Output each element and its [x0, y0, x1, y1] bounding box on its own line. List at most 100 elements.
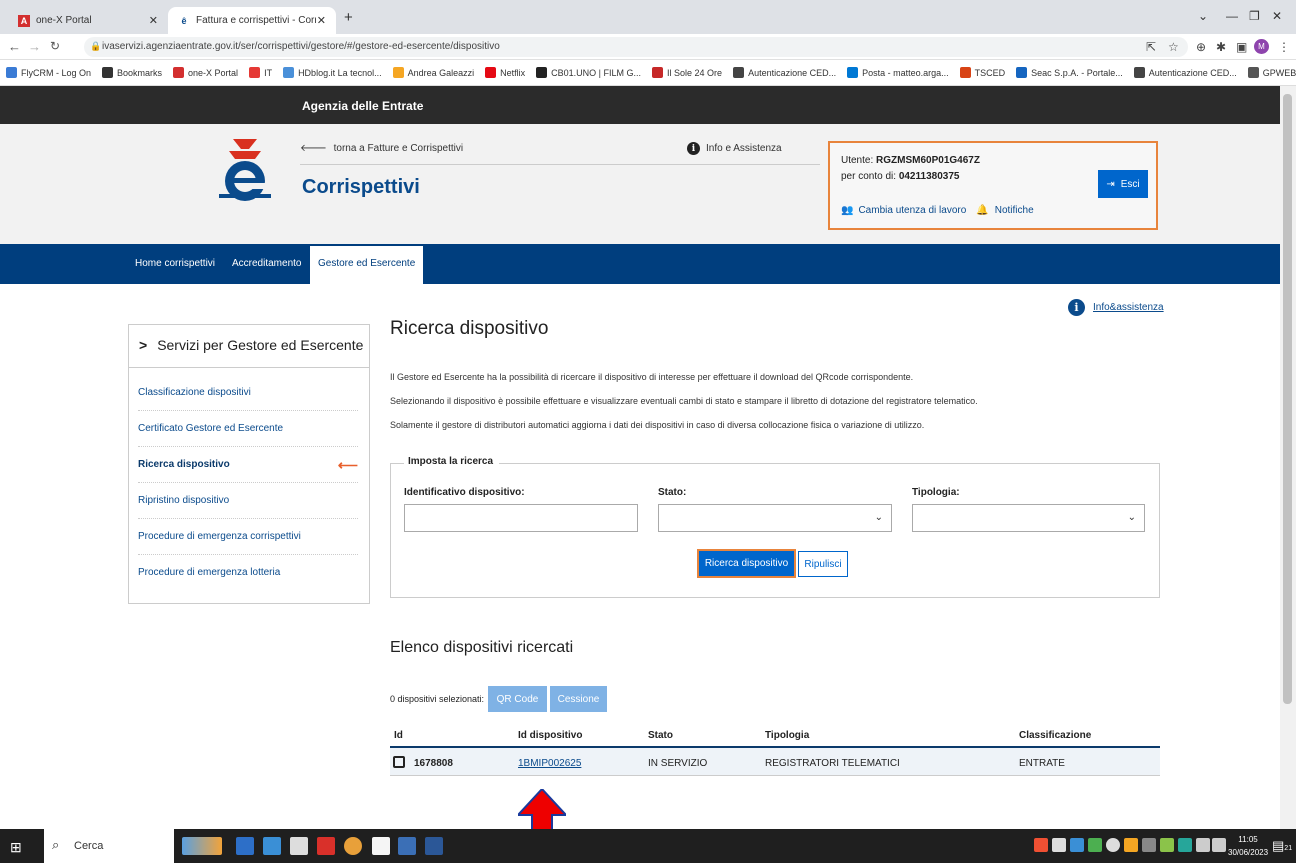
col-header-tipologia[interactable]: Tipologia	[765, 730, 809, 741]
share-icon[interactable]: ⇱	[1146, 40, 1156, 54]
ricerca-dispositivo-button[interactable]: Ricerca dispositivo	[697, 549, 796, 578]
nav-home-corrispettivi[interactable]: Home corrispettivi	[135, 244, 215, 284]
notepad-icon[interactable]	[372, 837, 390, 855]
profile-avatar[interactable]: M	[1254, 39, 1269, 54]
bookmark-item[interactable]: HDblog.it La tecnol...	[283, 67, 382, 78]
logout-icon: ⇥	[1106, 178, 1115, 190]
bookmark-item[interactable]: GPWEB	[1247, 67, 1296, 78]
nav-accreditamento[interactable]: Accreditamento	[232, 244, 301, 284]
bookmark-favicon-icon	[652, 67, 664, 78]
tray-app-icon[interactable]	[1034, 838, 1048, 852]
tipologia-select[interactable]: ⌄	[912, 504, 1145, 532]
info-assistenza-link[interactable]: i Info e Assistenza	[687, 142, 782, 155]
url-input[interactable]: 🔒 ivaservizi.agenziaentrate.gov.it/ser/c…	[84, 37, 1188, 57]
bookmark-label: IT	[264, 67, 273, 78]
widgets-icon[interactable]	[182, 837, 222, 855]
sidebar-item-ripristino[interactable]: Ripristino dispositivo	[138, 495, 358, 519]
col-header-id[interactable]: Id	[394, 730, 403, 741]
close-window-icon[interactable]: ✕	[1272, 9, 1282, 23]
puzzle-icon[interactable]: ✱	[1216, 40, 1226, 54]
cambia-utenza-link[interactable]: Cambia utenza di lavoro	[858, 205, 966, 216]
notification-icon[interactable]: ▤21	[1272, 838, 1292, 854]
calendar-icon[interactable]	[290, 837, 308, 855]
chrome-icon[interactable]	[344, 837, 362, 855]
bookmark-item[interactable]: Autenticazione CED...	[733, 67, 836, 78]
row-checkbox[interactable]	[393, 756, 405, 768]
bookmark-favicon-icon	[485, 67, 497, 78]
tray-mail-icon[interactable]	[1052, 838, 1066, 852]
bookmark-favicon-icon	[102, 67, 114, 78]
sidebar-item-classificazione[interactable]: Classificazione dispositivi	[138, 387, 358, 411]
sidebar-item-emergenza-lotteria[interactable]: Procedure di emergenza lotteria	[138, 567, 358, 590]
windows-start-icon[interactable]: ⊞	[10, 839, 22, 856]
menu-icon[interactable]: ⋮	[1278, 40, 1290, 54]
bookmark-item[interactable]: FlyCRM - Log On	[6, 67, 91, 78]
tray-app-icon[interactable]	[1142, 838, 1156, 852]
tray-app-icon[interactable]	[1178, 838, 1192, 852]
taskview-icon[interactable]	[236, 837, 254, 855]
forward-icon[interactable]: →	[28, 39, 41, 54]
tab-search-icon[interactable]: ⌄	[1198, 9, 1208, 23]
tray-outlook-icon[interactable]	[1070, 838, 1084, 852]
header-divider	[300, 164, 820, 165]
info-assistenza-right-link[interactable]: i Info&assistenza	[1068, 299, 1164, 316]
stato-select[interactable]: ⌄	[658, 504, 892, 532]
sidebar-item-label: Classificazione dispositivi	[138, 387, 251, 398]
bookmark-item[interactable]: Il Sole 24 Ore	[652, 67, 722, 78]
acrobat-icon[interactable]	[317, 837, 335, 855]
word-icon[interactable]	[425, 837, 443, 855]
app-icon[interactable]	[398, 837, 416, 855]
bookmark-item[interactable]: Seac S.p.A. - Portale...	[1016, 67, 1123, 78]
cessione-button[interactable]: Cessione	[550, 686, 607, 712]
bookmark-star-icon[interactable]: ☆	[1168, 40, 1179, 54]
identificativo-input[interactable]	[404, 504, 638, 532]
new-tab-icon[interactable]: +	[344, 9, 353, 26]
nav-gestore-esercente[interactable]: Gestore ed Esercente	[310, 246, 424, 284]
page-scrollbar[interactable]	[1280, 86, 1296, 829]
sidepanel-icon[interactable]: ▣	[1236, 40, 1247, 54]
volume-icon[interactable]	[1212, 838, 1226, 852]
taskbar-search[interactable]: ⌕ Cerca	[44, 829, 174, 863]
taskbar-clock[interactable]: 11:05 30/06/2023	[1228, 833, 1268, 859]
col-header-classificazione[interactable]: Classificazione	[1019, 730, 1091, 741]
back-to-fatture-link[interactable]: 🡐 torna a Fatture e Corrispettivi	[300, 142, 463, 154]
tab-onex-portal[interactable]: A one-X Portal ✕	[8, 7, 168, 34]
description-line: Selezionando il dispositivo è possibile …	[390, 396, 978, 406]
device-link[interactable]: 1BMIP002625	[518, 758, 581, 769]
scrollbar-thumb[interactable]	[1283, 94, 1292, 704]
bookmark-item[interactable]: Bookmarks	[102, 67, 162, 78]
bookmark-item[interactable]: Netflix	[485, 67, 525, 78]
bookmark-item[interactable]: Autenticazione CED...	[1133, 67, 1237, 78]
network-icon[interactable]	[1196, 838, 1210, 852]
restore-icon[interactable]: ❐	[1249, 9, 1260, 23]
ripulisci-button[interactable]: Ripulisci	[798, 551, 848, 577]
outlook-icon[interactable]	[263, 837, 281, 855]
tray-app-icon[interactable]	[1088, 838, 1102, 852]
close-tab-icon[interactable]: ✕	[149, 14, 158, 27]
tray-app-icon[interactable]	[1160, 838, 1174, 852]
close-tab-icon[interactable]: ✕	[317, 14, 326, 27]
tab-corrispettivi[interactable]: ê Fattura e corrispettivi - Corrispett ✕	[168, 7, 336, 34]
sidebar-item-certificato[interactable]: Certificato Gestore ed Esercente	[138, 423, 358, 447]
reload-icon[interactable]: ↻	[50, 39, 60, 53]
bookmark-item[interactable]: Posta - matteo.arga...	[847, 67, 949, 78]
bookmark-item[interactable]: IT	[249, 67, 272, 78]
sidebar-item-ricerca[interactable]: Ricerca dispositivo ⟵	[138, 457, 358, 483]
taskbar-search-label: Cerca	[74, 840, 104, 852]
col-header-id-dispositivo[interactable]: Id dispositivo	[518, 730, 582, 741]
minimize-icon[interactable]: —	[1226, 9, 1238, 23]
back-icon[interactable]: ←	[8, 39, 21, 54]
notifiche-link[interactable]: Notifiche	[995, 205, 1034, 216]
col-header-stato[interactable]: Stato	[648, 730, 673, 741]
esci-button[interactable]: ⇥ Esci	[1098, 170, 1148, 198]
tray-bluetooth-icon[interactable]	[1106, 838, 1120, 852]
bookmark-item[interactable]: TSCED	[959, 67, 1005, 78]
bookmark-item[interactable]: one-X Portal	[173, 67, 238, 78]
bookmark-item[interactable]: Andrea Galeazzi	[392, 67, 474, 78]
bookmark-item[interactable]: CB01.UNO | FILM G...	[536, 67, 641, 78]
sidebar-item-emergenza-corrispettivi[interactable]: Procedure di emergenza corrispettivi	[138, 531, 358, 555]
qr-code-button[interactable]: QR Code	[488, 686, 547, 712]
bookmark-favicon-icon	[173, 67, 185, 78]
tray-app-icon[interactable]	[1124, 838, 1138, 852]
extension-icon[interactable]: ⊕	[1196, 40, 1206, 54]
